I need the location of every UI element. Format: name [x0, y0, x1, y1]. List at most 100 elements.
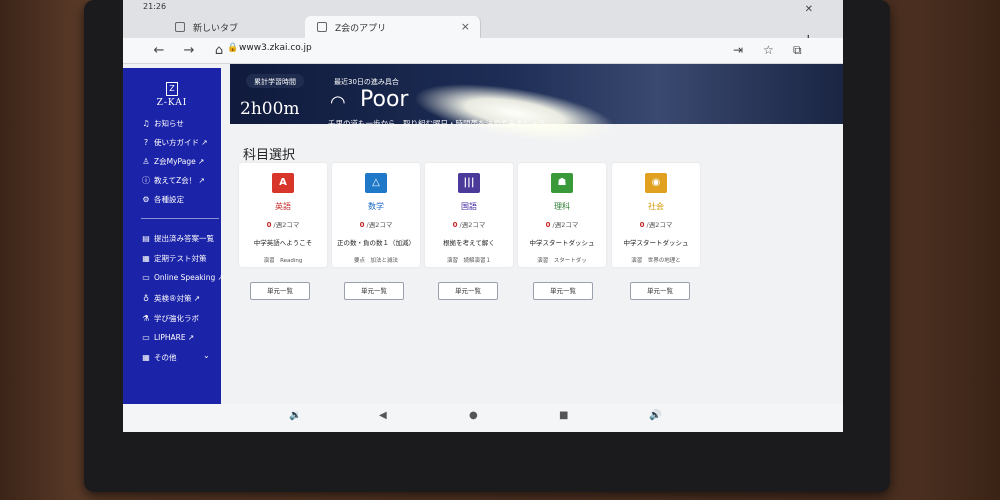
subject-progress: 0 /週2コマ	[452, 221, 486, 229]
window-close-icon[interactable]: ✕	[805, 4, 813, 15]
sidebar-item-mypage[interactable]: ♙ Z会MyPage ↗	[141, 156, 204, 167]
sidebar-item-label: 教えてZ会！ ↗	[154, 176, 205, 185]
subject-progress: 0 /週2コマ	[266, 221, 300, 229]
unit-list-button-science[interactable]: 単元一覧	[533, 282, 593, 300]
unit-list-button-math[interactable]: 単元一覧	[344, 282, 404, 300]
sidebar-item-news[interactable]: ♫ お知らせ	[141, 118, 184, 129]
home-icon[interactable]: ⌂	[211, 43, 227, 58]
bell-icon: ♫	[142, 119, 150, 128]
progress-status: Poor	[360, 87, 409, 112]
logo-mark: Z	[166, 82, 178, 96]
sidebar-item-label: 使い方ガイド ↗	[154, 138, 208, 147]
gear-icon: ⚙	[142, 195, 150, 204]
subject-unit: 中学英語へようこそ	[253, 239, 313, 247]
headset-icon: ♁	[143, 294, 149, 303]
url-field[interactable]: www3.zkai.co.jp	[239, 43, 312, 53]
sidebar-item-label: Z会MyPage ↗	[154, 157, 205, 166]
close-icon[interactable]: ×	[461, 20, 470, 33]
english-icon: A	[272, 173, 294, 193]
study-summary-banner: 累計学習時間 2h00m 最近30日の進み具合 ◠ Poor	[230, 64, 843, 153]
subject-progress: 0 /週2コマ	[545, 221, 579, 229]
sidebar-item-submitted[interactable]: ▤ 提出済み答案一覧	[141, 233, 214, 244]
subject-tag: 演習 スタートダッ	[537, 258, 587, 264]
tab-label: Z会のアプリ	[335, 24, 387, 34]
sidebar-item-liphare[interactable]: ▭ LIPHARE ↗	[141, 333, 194, 342]
total-time-label: 累計学習時間	[246, 74, 304, 88]
subject-card-english[interactable]: A 英語 0 /週2コマ 中学英語へようこそ 演習 Reading	[239, 163, 327, 267]
sidebar-item-online-speaking[interactable]: ▭ Online Speaking ↗	[141, 273, 224, 282]
sidebar-item-ask-zkai[interactable]: ⓘ 教えてZ会！ ↗	[141, 175, 205, 186]
browser-tab-bar: 新しいタブ × Z会のアプリ × +	[123, 14, 843, 49]
address-bar: ← → ⌂ 🔒 www3.zkai.co.jp ⇥ ☆ ⧉	[123, 38, 843, 64]
tab-zkai-app[interactable]: Z会のアプリ ×	[305, 16, 481, 38]
document-icon: ▤	[142, 234, 150, 243]
page-title: 科目選択	[243, 148, 296, 163]
zkai-logo[interactable]: Z Z-KAI	[123, 76, 221, 108]
favorites-icon[interactable]: ☆	[763, 43, 774, 57]
collections-icon[interactable]: ⧉	[793, 43, 802, 58]
sidebar-item-lab[interactable]: ⚗ 学び強化ラボ	[141, 313, 199, 324]
unit-list-button-japanese[interactable]: 単元一覧	[438, 282, 498, 300]
math-icon: △	[365, 173, 387, 193]
unit-list-button-social[interactable]: 単元一覧	[630, 282, 690, 300]
recent-progress-label: 最近30日の進み具合	[334, 78, 399, 86]
subject-tag: 演習 世界の地理と	[631, 258, 681, 264]
back-triangle-icon[interactable]: ◀	[379, 410, 387, 421]
tablet-screen: 21:26 新しいタブ × Z会のアプリ × + ✕ ← → ⌂ 🔒 www3.…	[123, 0, 843, 432]
subject-progress: 0 /週2コマ	[359, 221, 393, 229]
tab-label: 新しいタブ	[193, 24, 239, 34]
subject-card-science[interactable]: ☗ 理科 0 /週2コマ 中学スタートダッシュ 演習 スタートダッ	[518, 163, 606, 267]
subject-card-social[interactable]: ◉ 社会 0 /週2コマ 中学スタートダッシュ 演習 世界の地理と	[612, 163, 700, 267]
volume-up-icon[interactable]: 🔊	[649, 410, 661, 421]
subject-name: 国語	[461, 202, 477, 211]
subject-unit: 正の数・負の数１（加減）	[337, 239, 415, 247]
subject-tag: 要点 加法と減法	[353, 258, 398, 264]
social-icon: ◉	[645, 173, 667, 193]
info-icon: ⓘ	[142, 176, 150, 185]
japanese-icon: |||	[458, 173, 480, 193]
sidebar-item-settings[interactable]: ⚙ 各種設定	[141, 194, 184, 205]
screen-glare	[412, 73, 618, 153]
help-icon: ?	[143, 138, 149, 147]
unit-list-button-english[interactable]: 単元一覧	[250, 282, 310, 300]
person-icon: ♙	[142, 157, 150, 166]
sidebar-item-label: 定期テスト対策	[154, 254, 207, 263]
subject-name: 数学	[368, 202, 384, 211]
monitor-icon: ▭	[142, 333, 150, 342]
total-time-value: 2h00m	[240, 99, 300, 119]
lock-icon: 🔒	[227, 43, 239, 53]
document-icon: ▦	[142, 254, 150, 263]
sidebar-item-other[interactable]: ▦ その他	[141, 352, 176, 363]
subject-card-math[interactable]: △ 数学 0 /週2コマ 正の数・負の数１（加減） 要点 加法と減法	[332, 163, 420, 267]
flask-icon: ⚗	[142, 314, 150, 323]
subject-progress: 0 /週2コマ	[639, 221, 673, 229]
chevron-down-icon[interactable]: ⌄	[203, 351, 210, 360]
subject-unit: 根拠を考えて解く	[443, 239, 495, 247]
sidebar-item-eiken[interactable]: ♁ 英検®対策 ↗	[141, 293, 200, 304]
recents-square-icon[interactable]: ■	[559, 410, 568, 421]
sidebar-item-label: 各種設定	[154, 195, 184, 204]
sidebar-item-test-prep[interactable]: ▦ 定期テスト対策	[141, 253, 207, 264]
subject-card-japanese[interactable]: ||| 国語 0 /週2コマ 根拠を考えて解く 演習 読解演習１	[425, 163, 513, 267]
system-nav-bar: 🔉 ◀ ● ■ 🔊	[123, 404, 843, 432]
sidebar-item-label: Online Speaking ↗	[154, 273, 224, 282]
status-time: 21:26	[143, 2, 167, 11]
subject-tag: 演習 読解演習１	[446, 258, 491, 264]
sidebar-item-label: 学び強化ラボ	[154, 314, 199, 323]
chat-icon: ▭	[142, 273, 150, 282]
home-circle-icon[interactable]: ●	[469, 410, 478, 421]
sidebar-item-label: 提出済み答案一覧	[154, 234, 214, 243]
sidebar-item-label: お知らせ	[154, 119, 184, 128]
status-bar: 21:26	[123, 0, 843, 14]
sidebar-item-guide[interactable]: ? 使い方ガイド ↗	[141, 137, 208, 148]
subject-tag: 演習 Reading	[263, 258, 303, 264]
sidebar: Z Z-KAI ♫ お知らせ ? 使い方ガイド ↗ ♙ Z会MyPage ↗ ⓘ 教えて…	[123, 68, 224, 404]
share-icon[interactable]: ⇥	[733, 43, 743, 57]
volume-down-icon[interactable]: 🔉	[289, 410, 301, 421]
subject-unit: 中学スタートダッシュ	[623, 239, 689, 247]
page-icon	[175, 22, 185, 32]
gauge-icon: ◠	[330, 92, 346, 113]
forward-icon[interactable]: →	[181, 43, 197, 58]
back-icon[interactable]: ←	[151, 43, 167, 58]
subject-unit: 中学スタートダッシュ	[529, 239, 595, 247]
